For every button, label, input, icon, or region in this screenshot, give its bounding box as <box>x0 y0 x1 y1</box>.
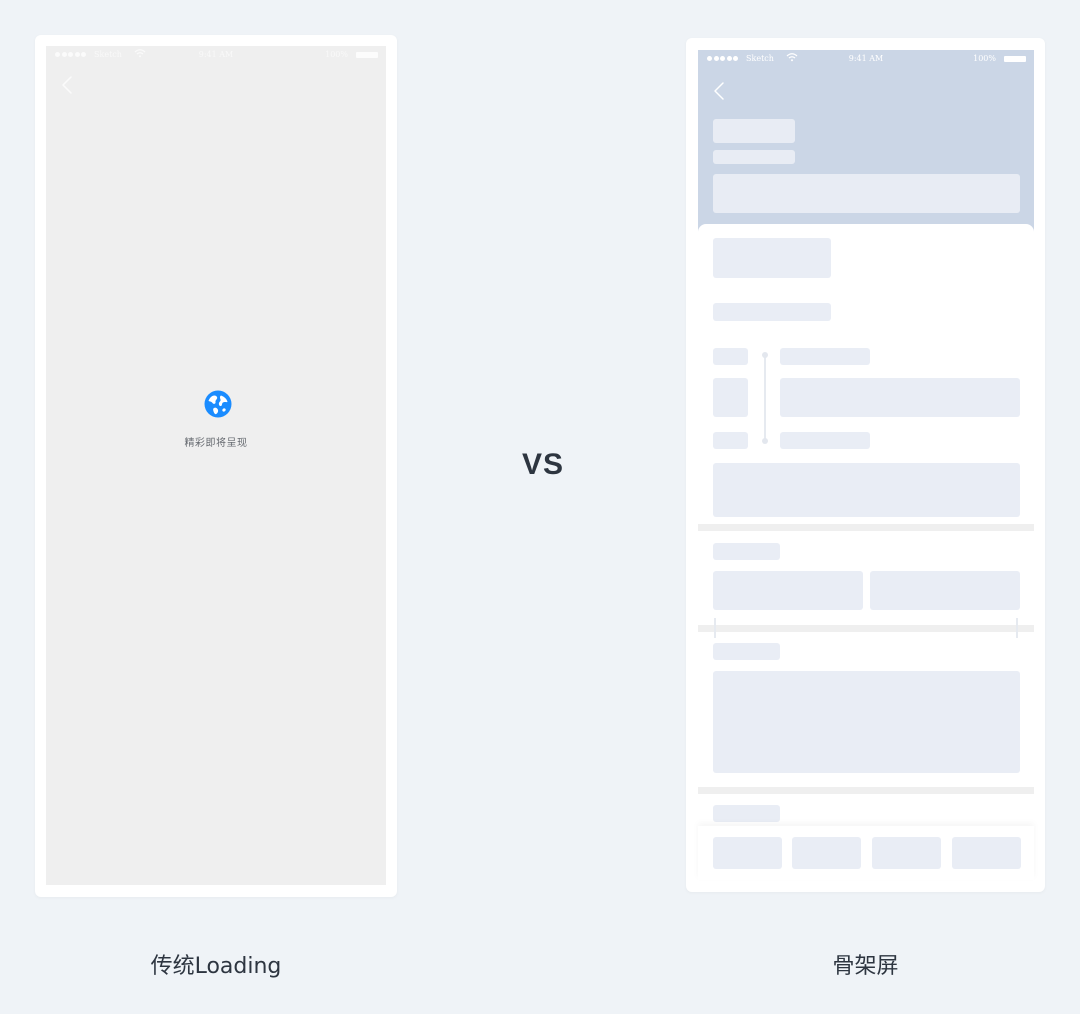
skeleton-section-label <box>713 805 780 822</box>
globe-icon <box>204 390 232 418</box>
battery-percent: 100% <box>973 54 996 63</box>
back-chevron-icon[interactable] <box>712 80 726 102</box>
skeleton-block <box>780 378 1020 417</box>
loading-screen: Sketch 9:41 AM 100% 精彩即将呈现 <box>46 46 386 885</box>
skeleton-time-chip <box>713 378 748 417</box>
skeleton-tab <box>952 837 1021 869</box>
skeleton-line <box>713 303 831 321</box>
skeleton-header-title <box>713 119 795 143</box>
loading-message: 精彩即将呈现 <box>184 438 248 449</box>
skeleton-bottom-bar <box>698 826 1034 880</box>
skeleton-block-title <box>713 238 831 278</box>
skeleton-screen-phone: Sketch 9:41 AM 100% <box>686 38 1045 892</box>
divider-handle-left <box>714 618 716 638</box>
status-bar: Sketch 9:41 AM 100% <box>698 50 1034 70</box>
battery-icon <box>1004 56 1026 62</box>
skeleton-block <box>713 463 1020 517</box>
skeleton-tab <box>713 837 782 869</box>
skeleton-section-label <box>713 643 780 660</box>
skeleton-header-banner <box>713 174 1020 213</box>
battery-icon <box>356 52 378 58</box>
timeline-dot <box>762 438 768 444</box>
skeleton-header: Sketch 9:41 AM 100% <box>698 50 1034 250</box>
traditional-loading-phone: Sketch 9:41 AM 100% 精彩即将呈现 <box>35 35 397 897</box>
section-divider <box>698 625 1034 632</box>
vs-label: VS <box>521 448 565 481</box>
status-bar: Sketch 9:41 AM 100% <box>46 46 386 66</box>
back-chevron-icon[interactable] <box>60 74 74 96</box>
skeleton-screen-caption: 骨架屏 <box>832 954 899 979</box>
divider-handle-right <box>1016 618 1018 638</box>
skeleton-line <box>780 348 870 365</box>
skeleton-tab <box>872 837 941 869</box>
skeleton-section-label <box>713 543 780 560</box>
skeleton-time-chip <box>713 348 748 365</box>
skeleton-card <box>870 571 1020 610</box>
timeline-connector <box>764 356 766 442</box>
skeleton-tab <box>792 837 861 869</box>
section-divider <box>698 524 1034 531</box>
skeleton-block-large <box>713 671 1020 773</box>
skeleton-line <box>780 432 870 449</box>
traditional-loading-caption: 传统Loading <box>150 954 282 979</box>
skeleton-header-subtitle <box>713 150 795 164</box>
section-divider <box>698 787 1034 794</box>
skeleton-time-chip <box>713 432 748 449</box>
battery-percent: 100% <box>325 50 348 59</box>
timeline-dot <box>762 352 768 358</box>
skeleton-card <box>713 571 863 610</box>
